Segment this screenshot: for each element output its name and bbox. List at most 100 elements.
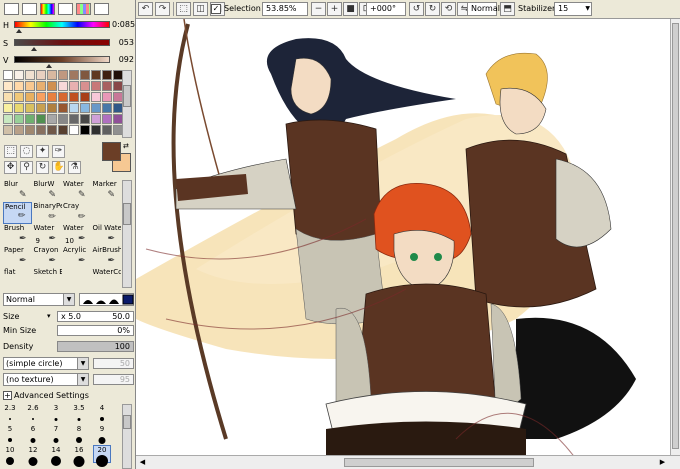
deselect-icon[interactable]: ⬚: [176, 2, 191, 16]
brush-tool-item[interactable]: Water ✎: [62, 180, 91, 202]
brush-tool-item[interactable]: Water 9 ✒: [33, 224, 62, 246]
color-swatch[interactable]: [47, 70, 57, 80]
brush-size-preset[interactable]: 8: [71, 425, 87, 443]
advanced-settings-label[interactable]: Advanced Settings: [14, 391, 89, 400]
color-swatch[interactable]: [3, 103, 13, 113]
color-swatch[interactable]: [25, 70, 35, 80]
zoom-field[interactable]: 53.85%: [262, 2, 308, 16]
brush-tool-item[interactable]: Brush ✒: [3, 224, 32, 246]
size-slider[interactable]: x 5.0 50.0: [57, 311, 134, 322]
brush-tool-item[interactable]: Pencil ✏: [3, 202, 32, 224]
color-swatch[interactable]: [80, 103, 90, 113]
color-swatch[interactable]: [102, 125, 112, 135]
color-swatch[interactable]: [3, 114, 13, 124]
select-pen-icon[interactable]: ✑: [52, 145, 65, 158]
brush-size-preset[interactable]: 12: [25, 446, 41, 466]
rotate-right-icon[interactable]: ↻: [425, 2, 440, 16]
color-swatch[interactable]: [91, 70, 101, 80]
color-swatch[interactable]: [36, 70, 46, 80]
color-swatch[interactable]: [36, 125, 46, 135]
canvas-vertical-scrollbar[interactable]: [670, 19, 680, 455]
scratchpad-mode-button[interactable]: [94, 3, 109, 15]
brush-tool-item[interactable]: BinaryPe ✏: [33, 202, 62, 224]
swatch-scrollbar[interactable]: [122, 70, 132, 138]
color-swatch[interactable]: [47, 103, 57, 113]
brush-tool-item[interactable]: BlurW ✎: [33, 180, 62, 202]
color-swatch[interactable]: [69, 92, 79, 102]
brush-size-preset[interactable]: 2.6: [25, 404, 41, 420]
blend-icon[interactable]: ⬒: [500, 2, 515, 16]
color-swatch[interactable]: [47, 114, 57, 124]
color-swatch[interactable]: [69, 103, 79, 113]
color-swatch[interactable]: [36, 103, 46, 113]
color-swatch[interactable]: [47, 81, 57, 91]
size-presets-scrollbar[interactable]: [122, 404, 132, 469]
brush-shape-combo[interactable]: (simple circle) ▼: [3, 357, 89, 370]
brush-size-preset[interactable]: 5: [2, 425, 18, 442]
move-icon[interactable]: ✥: [4, 161, 17, 174]
color-swatch[interactable]: [91, 81, 101, 91]
size-presets-scroll-thumb[interactable]: [123, 415, 131, 429]
mixer-mode-button[interactable]: [58, 3, 73, 15]
brush-texture-combo[interactable]: (no texture) ▼: [3, 373, 89, 386]
brush-tool-item[interactable]: [62, 268, 91, 290]
hue-slider-row[interactable]: H 0:085: [2, 19, 135, 35]
color-swatch[interactable]: [91, 103, 101, 113]
color-swatch[interactable]: [91, 92, 101, 102]
invert-selection-icon[interactable]: ◫: [193, 2, 208, 16]
color-swatch[interactable]: [69, 114, 79, 124]
size-toggle-icon[interactable]: ▾: [47, 312, 51, 320]
color-swatch[interactable]: [14, 114, 24, 124]
color-swatch[interactable]: [58, 92, 68, 102]
density-slider[interactable]: 100: [57, 341, 134, 352]
color-swatch[interactable]: [25, 114, 35, 124]
saturation-bar[interactable]: [14, 39, 110, 46]
color-swatch[interactable]: [25, 92, 35, 102]
brush-tool-item[interactable]: Marker ✎: [92, 180, 121, 202]
canvas-vertical-scroll-thumb[interactable]: [672, 23, 679, 449]
min-size-slider[interactable]: 0%: [57, 325, 134, 336]
brush-size-preset[interactable]: 7: [48, 425, 64, 443]
brush-size-preset[interactable]: 3: [48, 404, 64, 421]
zoom-icon[interactable]: ⚲: [20, 161, 33, 174]
color-swatch[interactable]: [3, 70, 13, 80]
eyedropper-icon[interactable]: ⚗: [68, 161, 81, 174]
lasso-icon[interactable]: ◌: [20, 145, 33, 158]
color-swatch[interactable]: [102, 70, 112, 80]
value-slider-row[interactable]: V 092: [2, 54, 134, 70]
brush-tool-item[interactable]: Crayon ✒: [33, 246, 62, 268]
color-swatch[interactable]: [14, 70, 24, 80]
color-swatch[interactable]: [3, 81, 13, 91]
brush-tool-item[interactable]: Paper ✒: [3, 246, 32, 268]
color-swatch[interactable]: [80, 114, 90, 124]
drawing-canvas[interactable]: [136, 19, 670, 455]
hand-icon[interactable]: ✋: [52, 161, 65, 174]
color-swatch[interactable]: [80, 92, 90, 102]
texture-strength[interactable]: 95: [93, 374, 134, 385]
hue-marker[interactable]: [15, 29, 22, 33]
value-marker[interactable]: [45, 64, 52, 68]
brush-size-preset[interactable]: 9: [94, 425, 110, 444]
color-swatch[interactable]: [14, 125, 24, 135]
color-swatch[interactable]: [80, 125, 90, 135]
color-swatch[interactable]: [25, 81, 35, 91]
brush-tool-item[interactable]: Cray ✏: [62, 202, 91, 224]
hue-bar[interactable]: [14, 21, 110, 28]
brush-size-preset[interactable]: 14: [48, 446, 64, 466]
rotate-reset-icon[interactable]: ⟲: [441, 2, 456, 16]
brush-size-preset[interactable]: 10: [2, 446, 18, 465]
color-swatch[interactable]: [102, 92, 112, 102]
main-color-swatch[interactable]: [102, 142, 121, 161]
scroll-left-icon[interactable]: ◀: [138, 458, 147, 467]
brush-size-preset[interactable]: 6: [25, 425, 41, 443]
color-swatch[interactable]: [69, 70, 79, 80]
toolbar-blend-combo[interactable]: Normal: [467, 2, 500, 16]
brush-scroll-thumb[interactable]: [123, 203, 131, 225]
color-swatch[interactable]: [58, 125, 68, 135]
selection-checkbox[interactable]: ✓: [211, 4, 221, 14]
shape-strength[interactable]: 50: [93, 358, 134, 369]
color-swatch[interactable]: [102, 114, 112, 124]
value-bar[interactable]: [14, 56, 110, 63]
brush-size-preset[interactable]: 20: [93, 445, 111, 467]
brush-tool-item[interactable]: AirBrush ✒: [92, 246, 121, 268]
